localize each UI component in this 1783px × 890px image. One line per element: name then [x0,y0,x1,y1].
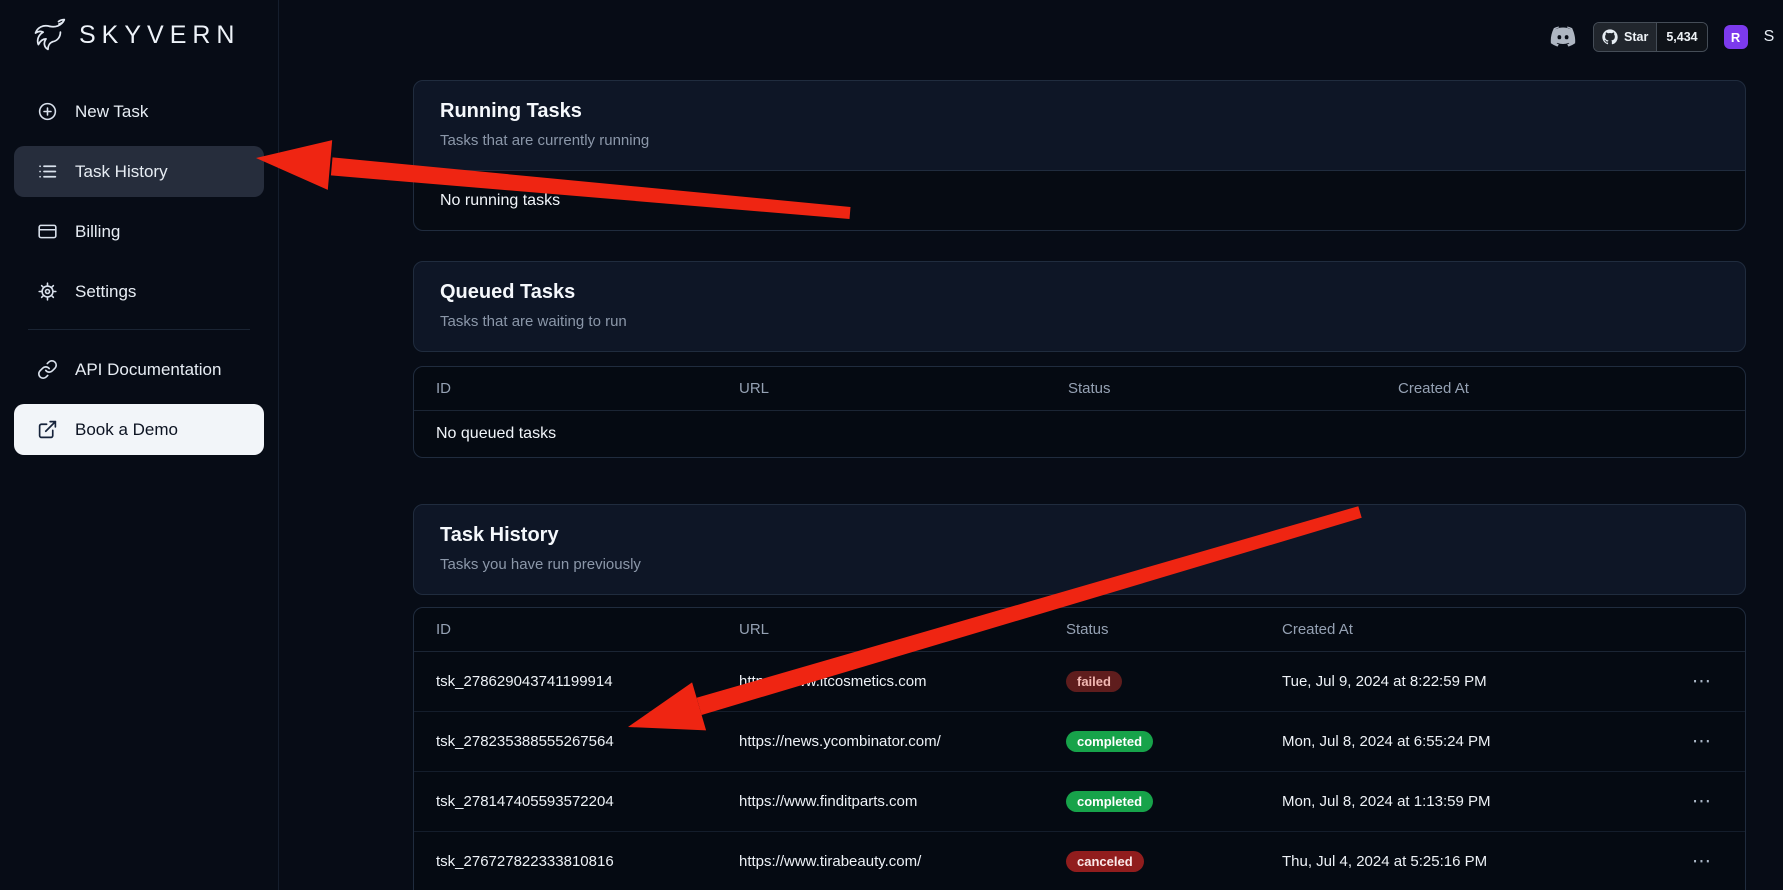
column-header-id: ID [414,608,739,652]
sidebar-item-settings[interactable]: Settings [14,266,264,317]
brand-name: SKYVERN [79,21,240,50]
section-queued-tasks: Queued Tasks Tasks that are waiting to r… [413,261,1746,458]
task-row[interactable]: tsk_276727822333810816 https://www.tirab… [414,832,1745,890]
column-header-url: URL [739,608,1066,652]
task-url: https://www.finditparts.com [739,772,1066,832]
sidebar-nav: New Task Task History Billing [0,86,278,455]
row-actions-menu-icon[interactable]: ⋯ [1692,791,1726,812]
external-link-icon [37,419,58,440]
credit-card-icon [37,221,58,242]
task-created-at: Mon, Jul 8, 2024 at 1:13:59 PM [1282,772,1673,832]
link-icon [37,359,58,380]
queued-tasks-header: Queued Tasks Tasks that are waiting to r… [414,262,1745,351]
sidebar-item-label: Billing [75,222,120,242]
running-tasks-header: Running Tasks Tasks that are currently r… [414,81,1745,170]
section-task-history: Task History Tasks you have run previous… [413,504,1746,890]
status-badge: failed [1066,671,1122,692]
running-tasks-card: Running Tasks Tasks that are currently r… [413,80,1746,231]
sidebar-item-task-history[interactable]: Task History [14,146,264,197]
task-id: tsk_276727822333810816 [414,832,739,890]
task-created-at: Thu, Jul 4, 2024 at 5:25:16 PM [1282,832,1673,890]
task-created-at: Tue, Jul 9, 2024 at 8:22:59 PM [1282,652,1673,712]
task-history-table: ID URL Status Created At tsk_27862904374… [413,607,1746,890]
task-created-at: Mon, Jul 8, 2024 at 6:55:24 PM [1282,712,1673,772]
topbar-right: Star 5,434 R S [1549,22,1774,52]
brand-logo[interactable]: SKYVERN [0,0,278,58]
sidebar-item-api-documentation[interactable]: API Documentation [14,344,264,395]
task-url: https://www.itcosmetics.com [739,652,1066,712]
sidebar-item-label: Book a Demo [75,420,178,440]
section-title: Task History [440,524,1719,547]
row-actions-menu-icon[interactable]: ⋯ [1692,851,1726,872]
queued-tasks-card: Queued Tasks Tasks that are waiting to r… [413,261,1746,352]
column-header-status: Status [1068,367,1398,411]
sidebar-item-billing[interactable]: Billing [14,206,264,257]
github-star-count[interactable]: 5,434 [1656,23,1706,51]
column-header-created-at: Created At [1398,367,1745,411]
sidebar-divider [28,329,250,330]
column-header-status: Status [1066,608,1282,652]
status-badge: canceled [1066,851,1144,872]
section-title: Running Tasks [440,100,1719,123]
task-id: tsk_278235388555267564 [414,712,739,772]
sidebar: SKYVERN New Task Task History [0,0,279,890]
section-running-tasks: Running Tasks Tasks that are currently r… [413,80,1746,231]
task-url: https://www.tirabeauty.com/ [739,832,1066,890]
sidebar-item-new-task[interactable]: New Task [14,86,264,137]
running-tasks-empty-state: No running tasks [414,170,1745,230]
section-subtitle: Tasks you have run previously [440,556,1719,573]
empty-row: No queued tasks [414,411,1745,458]
gear-icon [37,281,58,302]
task-row[interactable]: tsk_278629043741199914 https://www.itcos… [414,652,1745,712]
column-header-actions [1673,608,1745,652]
sidebar-item-label: Task History [75,162,168,182]
task-history-header: Task History Tasks you have run previous… [414,505,1745,594]
row-actions-menu-icon[interactable]: ⋯ [1692,731,1726,752]
main-content: Running Tasks Tasks that are currently r… [279,0,1783,890]
queued-tasks-empty-state: No queued tasks [414,411,1745,458]
section-title: Queued Tasks [440,281,1719,304]
task-row[interactable]: tsk_278147405593572204 https://www.findi… [414,772,1745,832]
discord-icon[interactable] [1549,26,1577,48]
column-header-created-at: Created At [1282,608,1673,652]
section-subtitle: Tasks that are currently running [440,132,1719,149]
plus-circle-icon [37,101,58,122]
sidebar-item-book-a-demo[interactable]: Book a Demo [14,404,264,455]
skyvern-dragon-icon [24,12,70,58]
table-header-row: ID URL Status Created At [414,367,1745,411]
sidebar-item-label: Settings [75,282,136,302]
sidebar-item-label: New Task [75,102,148,122]
section-subtitle: Tasks that are waiting to run [440,313,1719,330]
column-header-url: URL [739,367,1068,411]
task-url: https://news.ycombinator.com/ [739,712,1066,772]
task-id: tsk_278629043741199914 [414,652,739,712]
github-icon [1602,29,1618,45]
avatar[interactable]: R [1724,25,1748,49]
sidebar-item-label: API Documentation [75,360,221,380]
table-header-row: ID URL Status Created At [414,608,1745,652]
github-star-widget: Star 5,434 [1593,22,1708,52]
task-history-card: Task History Tasks you have run previous… [413,504,1746,595]
github-star-label: Star [1624,30,1648,44]
status-badge: completed [1066,731,1153,752]
queued-tasks-table: ID URL Status Created At No queued tasks [413,366,1746,458]
list-icon [37,161,58,182]
task-id: tsk_278147405593572204 [414,772,739,832]
github-star-button[interactable]: Star [1594,23,1656,51]
column-header-id: ID [414,367,739,411]
user-name-partial: S [1764,28,1775,46]
row-actions-menu-icon[interactable]: ⋯ [1692,671,1726,692]
task-row[interactable]: tsk_278235388555267564 https://news.ycom… [414,712,1745,772]
status-badge: completed [1066,791,1153,812]
